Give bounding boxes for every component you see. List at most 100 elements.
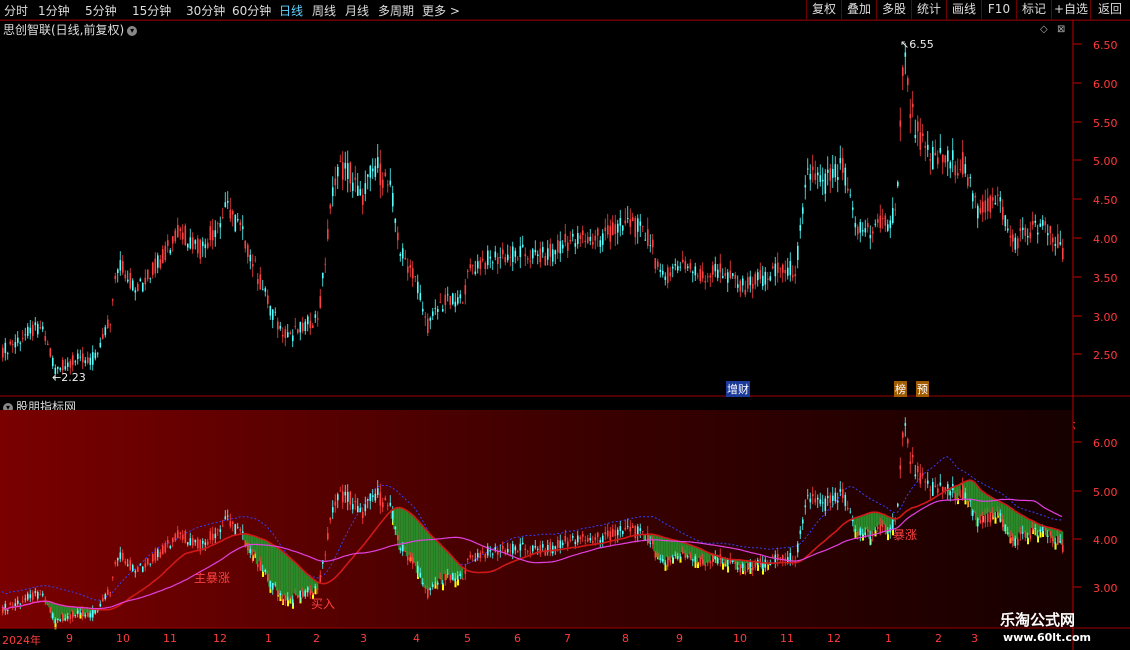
concept-tag[interactable]: 人工智能 [761,418,807,432]
concept-tag[interactable]: 百度概念 [246,418,292,432]
candle [37,590,39,601]
concept-tag[interactable]: 阿里概念 [195,418,241,432]
concept-tag[interactable]: 物联网 [104,418,139,432]
candle [727,269,729,292]
tab-period-5min[interactable]: 5分钟 [85,2,117,19]
kline-chart[interactable] [0,0,1130,650]
concept-tag[interactable]: 软件服务 [2,418,48,432]
tab-period-daily[interactable]: 日线 [279,2,303,19]
concept-tag[interactable]: 养老概念 [506,418,552,432]
f10-button[interactable]: F10 [981,0,1016,19]
candle [1009,225,1012,247]
candle [1024,530,1027,542]
chevron-down-icon[interactable]: ▾ [3,402,13,413]
indicator-panel-title[interactable]: ▾ 股朋指标网 [3,398,76,415]
candle [652,536,654,549]
candle [427,585,429,600]
concept-tag[interactable]: 区块链 [721,418,756,432]
concept-tag[interactable]: 智慧城市 [608,418,654,432]
tab-period-weekly[interactable]: 周线 [312,2,336,19]
candle [387,502,389,511]
multi-stock-button[interactable]: 多股 [876,0,911,19]
event-marker-bang[interactable]: 榜 [894,381,907,397]
candle [744,280,747,297]
event-marker-yu[interactable]: 预 [916,381,929,397]
add-watchlist-button[interactable]: +自选 [1051,0,1090,19]
fuquan-button[interactable]: 复权 [806,0,841,19]
concept-tag[interactable]: DRG-DIP [914,418,963,432]
candle [787,257,789,280]
candle [639,523,642,539]
candle [1014,535,1017,548]
candle [22,330,24,343]
concept-tag[interactable]: 智能医疗 [557,418,603,432]
concept-tag[interactable]: 安防服务 [297,418,343,432]
tab-period-30min[interactable]: 30分钟 [186,2,225,19]
candle [887,527,889,535]
candle [794,555,797,568]
chevron-down-icon[interactable]: ▾ [127,25,138,36]
low-marker-value: 2.23 [61,371,86,384]
concept-tag[interactable]: 辅助生殖 [863,418,909,432]
candle [952,476,954,498]
candle [177,217,179,238]
mark-button[interactable]: 标记 [1016,0,1051,19]
candle [379,483,382,514]
candle [1017,235,1019,257]
candle [224,510,227,520]
tab-period-60min[interactable]: 60分钟 [232,2,271,19]
candle [179,226,182,240]
concept-tag[interactable]: AI医疗概念 [1019,418,1076,432]
y-tick: 4.00 [1093,233,1118,246]
tab-period-multi[interactable]: 多周期 [378,2,414,19]
candle [347,150,349,193]
candle [394,526,397,535]
candle [659,554,662,564]
tab-period-fenshi[interactable]: 分时 [4,2,28,19]
tab-period-15min[interactable]: 15分钟 [132,2,171,19]
tab-period-monthly[interactable]: 月线 [345,2,369,19]
candle [407,551,409,566]
candle [959,489,962,498]
overlay-button[interactable]: 叠加 [841,0,876,19]
tab-period-more[interactable]: 更多 > [422,2,460,19]
event-marker-zengcai[interactable]: 增财 [726,381,750,397]
concept-tag[interactable]: 芯片 [478,418,501,432]
signal-bar [244,540,247,547]
concept-tag[interactable]: 家庭医生 [812,418,858,432]
candle [907,437,909,448]
signal-bar [434,582,437,589]
candle [324,257,327,274]
draw-line-button[interactable]: 画线 [946,0,981,19]
candle [957,158,959,179]
candle [824,169,827,202]
candle [909,98,912,134]
candle [989,511,992,527]
concept-tag[interactable]: 机器人概念 [659,418,717,432]
stats-button[interactable]: 统计 [911,0,946,19]
candle [429,587,432,596]
candle [4,337,7,361]
concept-tag[interactable]: 食品安全 [144,418,190,432]
candle [807,158,809,176]
concept-tag[interactable]: 浙江板块 [53,418,99,432]
candle [927,472,929,489]
candle [722,557,724,564]
candle [182,224,184,245]
candle [574,239,577,255]
candle [469,551,472,560]
diamond-icon[interactable]: ◇ [1040,24,1048,35]
close-icon[interactable]: ⊠ [1057,24,1065,35]
candle [884,213,887,232]
back-button[interactable]: 返回 [1090,0,1129,19]
concept-tag[interactable]: 云计算 [348,418,383,432]
tab-period-1min[interactable]: 1分钟 [38,2,70,19]
concept-tag[interactable]: 数据要素 [968,418,1014,432]
candle [19,602,22,610]
candle [134,569,137,578]
candle [657,258,659,270]
concept-tag[interactable]: 大数据 [438,418,473,432]
concept-tag[interactable]: 国产软件 [387,418,433,432]
main-chart-title[interactable]: 思创智联(日线,前复权) ▾ [3,21,138,38]
candle [104,324,107,338]
